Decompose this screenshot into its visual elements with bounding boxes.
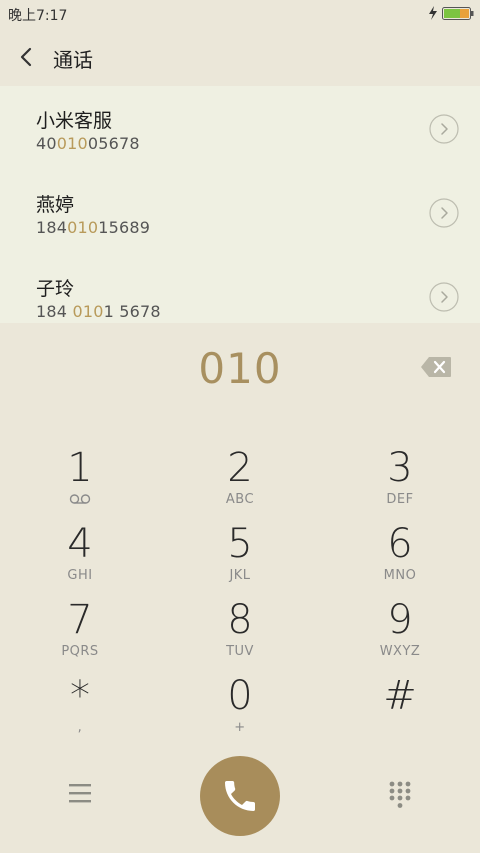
detail-icon[interactable]	[429, 282, 459, 312]
dial-key-2[interactable]: 2 ABC	[160, 444, 320, 520]
key-letters: GHI	[67, 568, 93, 583]
key-letters: JKL	[229, 568, 251, 583]
key-digit: 5	[227, 521, 253, 567]
key-letters: DEF	[386, 492, 414, 507]
status-time: 晚上7:17	[8, 8, 68, 24]
key-letters: +	[234, 720, 246, 735]
battery-icon	[442, 7, 474, 20]
match-list: 小米客服 4001005678 燕婷 18401015689 子玲 184 01…	[0, 86, 480, 323]
match-item[interactable]: 燕婷 18401015689	[0, 170, 480, 254]
voicemail-icon	[69, 494, 91, 504]
dial-key-7[interactable]: 7 PQRS	[0, 596, 160, 672]
detail-icon[interactable]	[429, 114, 459, 144]
dialpad-icon[interactable]	[386, 780, 414, 810]
dial-key-hash[interactable]: #	[320, 672, 480, 748]
key-digit: 1	[67, 445, 93, 491]
dial-key-1[interactable]: 1	[0, 444, 160, 520]
key-digit: 6	[387, 521, 413, 567]
call-button[interactable]	[200, 756, 280, 836]
charge-icon	[429, 6, 437, 20]
key-digit: 9	[387, 597, 413, 643]
key-letters: WXYZ	[379, 644, 421, 659]
contact-name: 小米客服	[36, 110, 113, 132]
key-letters: MNO	[383, 568, 417, 583]
dial-key-9[interactable]: 9 WXYZ	[320, 596, 480, 672]
delete-icon[interactable]	[420, 356, 452, 378]
dial-key-4[interactable]: 4 GHI	[0, 520, 160, 596]
key-letters: PQRS	[61, 644, 99, 659]
phone-icon	[225, 781, 255, 811]
match-item[interactable]: 子玲 184 0101 5678	[0, 254, 480, 338]
dial-key-5[interactable]: 5 JKL	[160, 520, 320, 596]
key-digit: 4	[67, 521, 93, 567]
key-digit: #	[383, 673, 417, 719]
key-digit: *	[70, 673, 90, 719]
back-icon[interactable]	[16, 44, 38, 70]
key-digit: 3	[387, 445, 413, 491]
contact-name: 燕婷	[36, 194, 75, 216]
contact-number: 184 0101 5678	[36, 302, 161, 321]
match-item[interactable]: 小米客服 4001005678	[0, 86, 480, 170]
key-digit: 7	[67, 597, 93, 643]
detail-icon[interactable]	[429, 198, 459, 228]
contact-number: 18401015689	[36, 218, 151, 237]
menu-icon[interactable]	[66, 781, 94, 805]
key-digit: 0	[227, 673, 253, 719]
key-letters: ,	[77, 720, 83, 735]
dial-key-0[interactable]: 0 +	[160, 672, 320, 748]
contact-name: 子玲	[36, 278, 75, 300]
key-letters: ABC	[225, 492, 255, 507]
page-title: 通话	[53, 48, 93, 72]
dial-key-star[interactable]: * ,	[0, 672, 160, 748]
status-bar: 晚上7:17	[0, 0, 480, 28]
dial-key-3[interactable]: 3 DEF	[320, 444, 480, 520]
dial-key-8[interactable]: 8 TUV	[160, 596, 320, 672]
dial-key-6[interactable]: 6 MNO	[320, 520, 480, 596]
key-digit: 2	[227, 445, 253, 491]
key-digit: 8	[227, 597, 253, 643]
contact-number: 4001005678	[36, 134, 140, 153]
dial-input-display: 010	[198, 344, 282, 393]
key-letters: TUV	[226, 644, 254, 659]
